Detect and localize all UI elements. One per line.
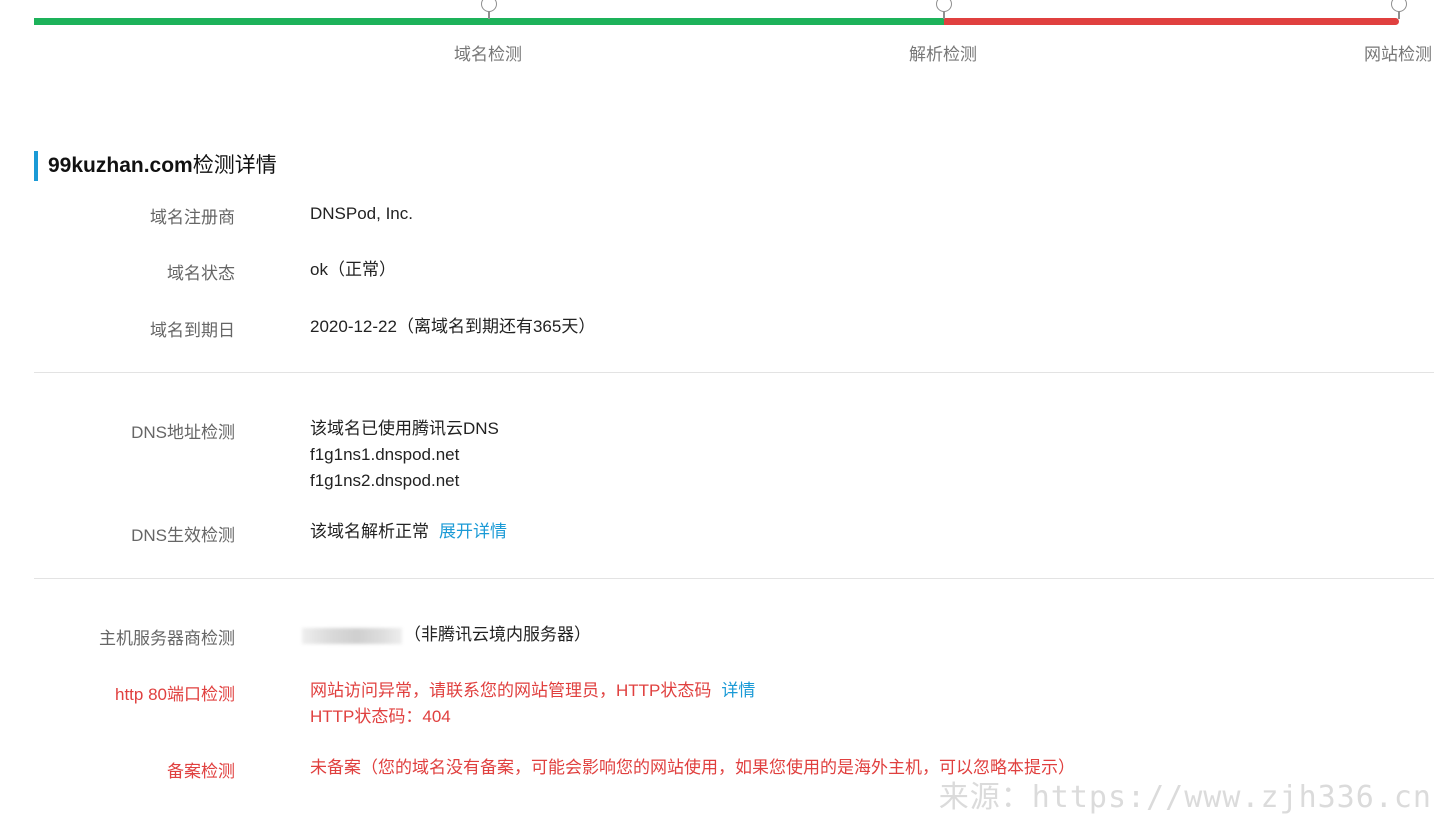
section-title-suffix: 检测详情 (192, 154, 277, 177)
dns-effect-text: 该域名解析正常 (310, 522, 429, 541)
step-label-dns: 解析检测 (909, 45, 977, 64)
registrar-value: DNSPod, Inc. (310, 204, 413, 223)
step-node-website (1391, 0, 1407, 19)
step-label-domain: 域名检测 (454, 45, 522, 64)
http80-message: 网站访问异常，请联系您的网站管理员，HTTP状态码 (310, 681, 712, 700)
divider (34, 372, 1434, 373)
watermark: 来源：https://www.zjh336.cn (938, 780, 1432, 815)
step-node-dns (936, 0, 952, 19)
dns-ns2: f1g1ns2.dnspod.net (310, 471, 460, 490)
expiry-label: 域名到期日 (150, 321, 235, 340)
http80-status-code: HTTP状态码：404 (310, 707, 451, 726)
dns-effect-label: DNS生效检测 (131, 526, 235, 545)
section-title: 99kuzhan.com检测详情 (34, 151, 277, 181)
dns-effect-value: 该域名解析正常 展开详情 (310, 519, 507, 545)
progress-steps: 域名检测 解析检测 网站检测 (0, 0, 1438, 70)
dns-ns1: f1g1ns1.dnspod.net (310, 445, 460, 464)
http80-label: http 80端口检测 (115, 685, 235, 704)
http80-details-link[interactable]: 详情 (721, 681, 755, 700)
dns-provider-text: 该域名已使用腾讯云DNS (310, 419, 499, 438)
http80-value: 网站访问异常，请联系您的网站管理员，HTTP状态码 详情 HTTP状态码：404 (310, 678, 755, 730)
progress-segment-dns (489, 18, 944, 25)
host-server-value: （非腾讯云境内服务器） (302, 622, 591, 648)
progress-segment-domain (34, 18, 489, 25)
progress-segment-website (944, 18, 1399, 25)
registrar-label: 域名注册商 (150, 208, 235, 227)
host-server-text: （非腾讯云境内服务器） (404, 625, 591, 644)
status-label: 域名状态 (167, 264, 235, 283)
redacted-server-name (302, 627, 402, 644)
divider (34, 578, 1434, 579)
section-domain: 99kuzhan.com (48, 154, 193, 177)
expand-details-link[interactable]: 展开详情 (439, 522, 507, 541)
host-server-label: 主机服务器商检测 (99, 629, 235, 648)
dns-address-label: DNS地址检测 (131, 423, 235, 442)
step-node-domain (481, 0, 497, 19)
status-value: ok（正常） (310, 260, 396, 279)
step-label-website: 网站检测 (1364, 45, 1432, 64)
icp-label: 备案检测 (167, 762, 235, 781)
expiry-value: 2020-12-22（离域名到期还有365天） (310, 317, 596, 336)
dns-address-value: 该域名已使用腾讯云DNS f1g1ns1.dnspod.net f1g1ns2.… (310, 416, 499, 494)
